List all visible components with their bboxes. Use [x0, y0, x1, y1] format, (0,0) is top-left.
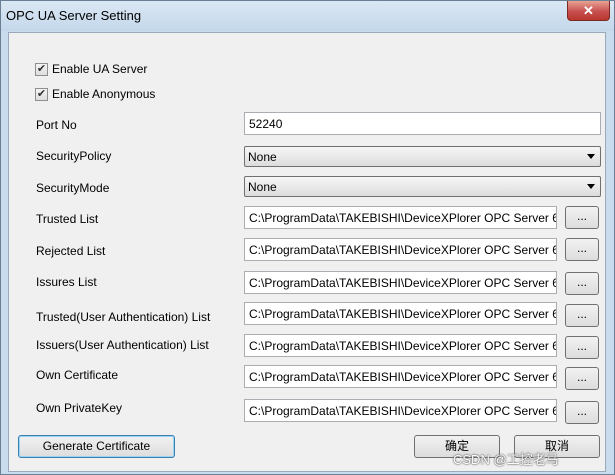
trusted-user-auth-list-browse-button[interactable]: ...	[565, 304, 599, 327]
security-mode-value: None	[248, 180, 277, 194]
opc-ua-server-setting-dialog: OPC UA Server Setting ✕ ✔ Enable UA Serv…	[0, 0, 615, 475]
checkbox-label: Enable UA Server	[52, 62, 148, 76]
close-icon: ✕	[583, 2, 594, 18]
security-mode-label: SecurityMode	[36, 181, 110, 195]
enable-anonymous-checkbox[interactable]: ✔ Enable Anonymous	[35, 87, 155, 101]
trusted-list-label: Trusted List	[36, 212, 99, 226]
security-mode-select[interactable]: None	[244, 176, 601, 197]
issuers-user-auth-list-label: Issuers(User Authentication) List	[36, 338, 209, 352]
issures-list-browse-button[interactable]: ...	[565, 272, 599, 295]
own-certificate-label: Own Certificate	[36, 368, 119, 382]
issures-list-path-input[interactable]: C:\ProgramData\TAKEBISHI\DeviceXPlorer O…	[244, 271, 557, 294]
dropdown-arrow-icon	[587, 184, 595, 189]
port-label: Port No	[36, 118, 77, 132]
own-certificate-path-input[interactable]: C:\ProgramData\TAKEBISHI\DeviceXPlorer O…	[244, 365, 557, 388]
close-button[interactable]: ✕	[567, 1, 610, 21]
own-privatekey-browse-button[interactable]: ...	[565, 401, 599, 424]
title-bar[interactable]: OPC UA Server Setting ✕	[1, 1, 614, 31]
dropdown-arrow-icon	[587, 154, 595, 159]
security-policy-value: None	[248, 150, 277, 164]
port-input[interactable]: 52240	[244, 112, 601, 135]
enable-ua-server-checkbox[interactable]: ✔ Enable UA Server	[35, 62, 147, 76]
checkbox-checked-icon[interactable]: ✔	[35, 62, 48, 76]
checkbox-label: Enable Anonymous	[52, 87, 156, 101]
window-title: OPC UA Server Setting	[6, 8, 142, 23]
issuers-user-auth-list-path-input[interactable]: C:\ProgramData\TAKEBISHI\DeviceXPlorer O…	[244, 334, 557, 357]
issures-list-label: Issures List	[36, 275, 97, 289]
rejected-list-label: Rejected List	[36, 244, 106, 258]
trusted-user-auth-list-label: Trusted(User Authentication) List	[36, 310, 211, 324]
checkbox-checked-icon[interactable]: ✔	[35, 87, 48, 101]
trusted-list-browse-button[interactable]: ...	[565, 206, 599, 229]
own-certificate-browse-button[interactable]: ...	[565, 367, 599, 390]
rejected-list-browse-button[interactable]: ...	[565, 238, 599, 261]
rejected-list-path-input[interactable]: C:\ProgramData\TAKEBISHI\DeviceXPlorer O…	[244, 238, 557, 261]
security-policy-select[interactable]: None	[244, 146, 601, 167]
dialog-body: ✔ Enable UA Server ✔ Enable Anonymous Po…	[8, 32, 606, 472]
own-privatekey-label: Own PrivateKey	[36, 401, 123, 415]
own-privatekey-path-input[interactable]: C:\ProgramData\TAKEBISHI\DeviceXPlorer O…	[244, 399, 557, 422]
issuers-user-auth-list-browse-button[interactable]: ...	[565, 336, 599, 359]
security-policy-label: SecurityPolicy	[36, 149, 112, 163]
trusted-user-auth-list-path-input[interactable]: C:\ProgramData\TAKEBISHI\DeviceXPlorer O…	[244, 302, 557, 325]
trusted-list-path-input[interactable]: C:\ProgramData\TAKEBISHI\DeviceXPlorer O…	[244, 206, 557, 229]
watermark-text: CSDN @工控老马	[453, 452, 559, 467]
generate-certificate-button[interactable]: Generate Certificate	[18, 435, 175, 458]
